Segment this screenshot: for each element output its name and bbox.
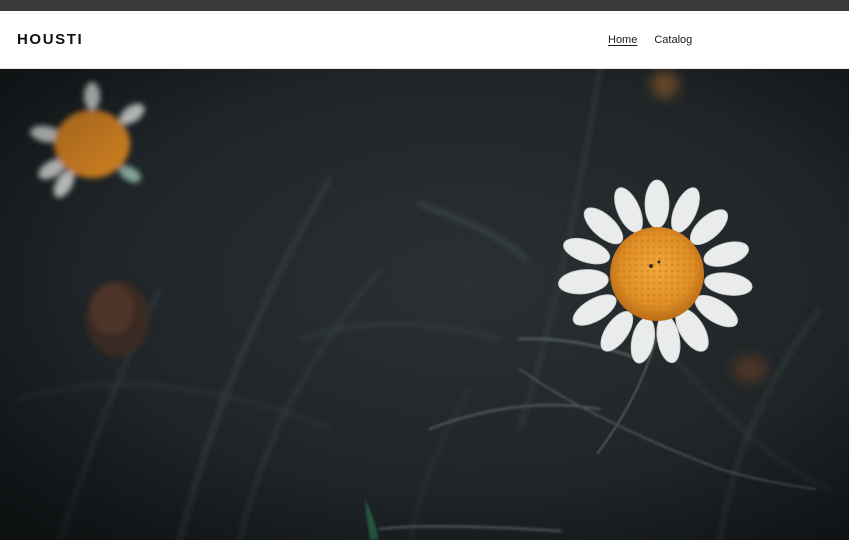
daisy-photo-icon	[0, 69, 849, 540]
nav-link-home[interactable]: Home	[608, 32, 637, 48]
site-logo[interactable]: HOUSTI	[17, 31, 83, 49]
hero-image	[0, 69, 849, 540]
site-header: HOUSTI Home Catalog	[0, 11, 849, 69]
nav-link-catalog[interactable]: Catalog	[654, 32, 692, 48]
browser-top-strip	[0, 0, 849, 11]
main-nav: Home Catalog	[608, 32, 692, 48]
